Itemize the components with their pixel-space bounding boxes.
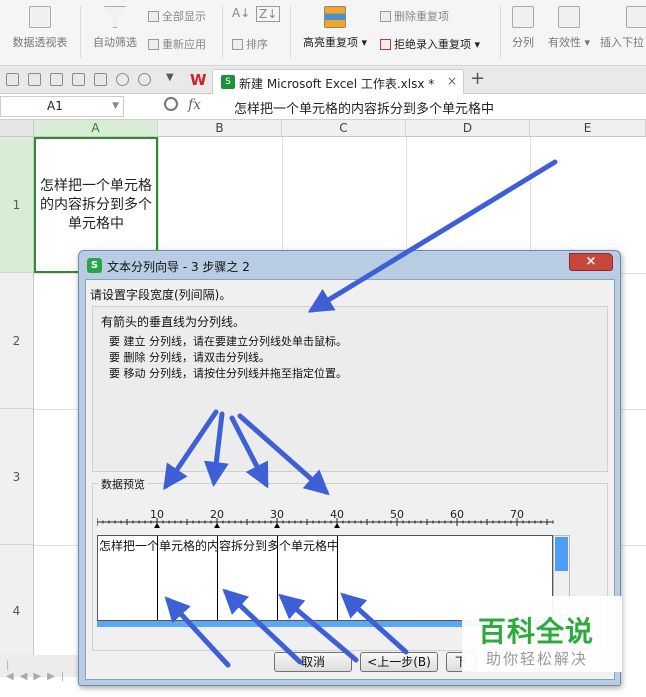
validity-button[interactable]: 有效性 ▾ <box>544 6 594 50</box>
row-header-1[interactable]: 1 <box>0 137 34 273</box>
preview-label: 数据预览 <box>98 476 148 492</box>
reapply-icon <box>148 39 159 50</box>
ruler-label-20: 20 <box>210 508 224 521</box>
back-button[interactable]: <上一步(B) <box>360 652 438 672</box>
sort-asc-button[interactable]: A↓ <box>232 6 250 20</box>
column-header-e[interactable]: E <box>530 120 646 137</box>
insert-dropdown-button[interactable]: 插入下拉 <box>600 6 646 50</box>
break-marker[interactable] <box>334 523 340 528</box>
formula-input[interactable]: 怎样把一个单元格的内容拆分到多个单元格中 <box>234 98 494 117</box>
scroll-thumb[interactable] <box>555 537 568 571</box>
pivot-table-button[interactable]: 数据透视表 <box>8 6 72 50</box>
break-marker[interactable] <box>214 523 220 528</box>
break-line-1[interactable] <box>157 536 158 620</box>
break-line-3[interactable] <box>277 536 278 620</box>
formula-bar: A1 ▼ fx 怎样把一个单元格的内容拆分到多个单元格中 <box>0 94 646 120</box>
split-column-button[interactable]: 分列 <box>506 6 540 50</box>
ruler-label-70: 70 <box>510 508 524 521</box>
row-header-3[interactable]: 3 <box>0 409 34 545</box>
ribbon-toolbar: 数据透视表 自动筛选 全部显示 重新应用 A↓ Z↓ 排序 高亮重复项 ▾ 删除… <box>0 0 646 66</box>
tab-bar: ▼ W S 新建 Microsoft Excel 工作表.xlsx * × + <box>0 66 646 94</box>
break-line-2[interactable] <box>217 536 218 620</box>
dialog-instruction: 请设置字段宽度(列间隔)。 <box>90 288 232 302</box>
break-marker[interactable] <box>154 523 160 528</box>
ruler-label-30: 30 <box>270 508 284 521</box>
preview-icon[interactable] <box>94 73 107 86</box>
print-icon[interactable] <box>72 73 85 86</box>
export-pdf-icon[interactable] <box>50 73 63 86</box>
sheet-navigation[interactable]: |◀◀▶▶| <box>0 655 80 682</box>
sort-button[interactable]: 排序 <box>232 36 268 52</box>
ruler-ticks <box>97 518 554 528</box>
ruler-label-60: 60 <box>450 508 464 521</box>
show-all-button[interactable]: 全部显示 <box>148 8 206 24</box>
function-icon[interactable]: fx <box>188 97 201 113</box>
reject-duplicates-icon <box>380 39 391 50</box>
highlight-duplicates-button[interactable]: 高亮重复项 ▾ <box>298 6 372 50</box>
more-dropdown-icon[interactable]: ▼ <box>166 72 174 83</box>
column-header-a[interactable]: A <box>34 120 158 137</box>
watermark-slogan: 助你轻松解决 <box>486 650 589 668</box>
select-all-corner[interactable] <box>0 120 34 137</box>
auto-filter-button[interactable]: 自动筛选 <box>90 6 140 50</box>
reapply-button[interactable]: 重新应用 <box>148 36 206 52</box>
name-box[interactable]: A1 ▼ <box>0 96 124 117</box>
pivot-table-icon <box>29 6 51 28</box>
reject-duplicates-button[interactable]: 拒绝录入重复项 ▾ <box>380 36 480 52</box>
name-box-dropdown-icon[interactable]: ▼ <box>112 97 119 116</box>
info-heading: 有箭头的垂直线为分列线。 <box>101 315 246 329</box>
watermark-logo-text: 百科全说 <box>478 615 595 648</box>
undo-icon[interactable] <box>116 73 129 86</box>
column-header-d[interactable]: D <box>406 120 530 137</box>
document-tab[interactable]: S 新建 Microsoft Excel 工作表.xlsx * × <box>212 69 464 94</box>
info-line-move: 要 移动 分列线，请按住分列线并拖至指定位置。 <box>109 367 347 380</box>
highlight-duplicates-icon <box>324 6 346 28</box>
break-line-4[interactable] <box>337 536 338 620</box>
dialog-title: 文本分列向导 - 3 步骤之 2 <box>107 260 250 274</box>
break-marker[interactable] <box>274 523 280 528</box>
wps-logo: W <box>190 71 207 89</box>
info-line-delete: 要 删除 分列线，请双击分列线。 <box>109 351 270 364</box>
insert-dropdown-icon <box>626 6 646 28</box>
ruler-label-40: 40 <box>330 508 344 521</box>
delete-duplicates-icon <box>380 11 391 22</box>
new-tab-icon[interactable]: + <box>470 68 485 89</box>
column-header-c[interactable]: C <box>282 120 406 137</box>
watermark: 百科全说 助你轻松解决 <box>462 596 622 672</box>
save-icon[interactable] <box>28 73 41 86</box>
delete-duplicates-button[interactable]: 删除重复项 <box>380 8 449 24</box>
dialog-title-bar[interactable]: S 文本分列向导 - 3 步骤之 2 × <box>83 253 613 277</box>
preview-text: 怎样把一个单元格的内容拆分到多个单元格中 <box>99 539 340 553</box>
excel-file-icon: S <box>221 75 235 89</box>
split-column-icon <box>512 6 534 28</box>
document-tab-name: 新建 Microsoft Excel 工作表.xlsx * <box>239 77 435 91</box>
wps-app-icon: S <box>87 258 102 273</box>
info-line-create: 要 建立 分列线，请在要建立分列线处单击鼠标。 <box>109 335 347 348</box>
ruler-label-50: 50 <box>390 508 404 521</box>
row-header-2[interactable]: 2 <box>0 273 34 409</box>
sort-desc-button[interactable]: Z↓ <box>256 6 281 22</box>
ruler-label-10: 10 <box>150 508 164 521</box>
info-box: 有箭头的垂直线为分列线。 要 建立 分列线，请在要建立分列线处单击鼠标。 要 删… <box>92 306 608 472</box>
dialog-close-button[interactable]: × <box>569 253 613 271</box>
sort-icon <box>232 39 243 50</box>
filter-small-icon <box>148 11 159 22</box>
column-header-b[interactable]: B <box>158 120 282 137</box>
redo-icon[interactable] <box>138 73 151 86</box>
validity-icon <box>558 6 580 28</box>
filter-icon <box>104 6 126 28</box>
zoom-icon[interactable] <box>164 97 178 111</box>
column-ruler[interactable]: 10 20 30 40 50 60 70 <box>97 508 557 528</box>
cancel-button[interactable]: 取消 <box>274 652 352 672</box>
open-icon[interactable] <box>6 73 19 86</box>
close-tab-icon[interactable]: × <box>447 74 457 88</box>
